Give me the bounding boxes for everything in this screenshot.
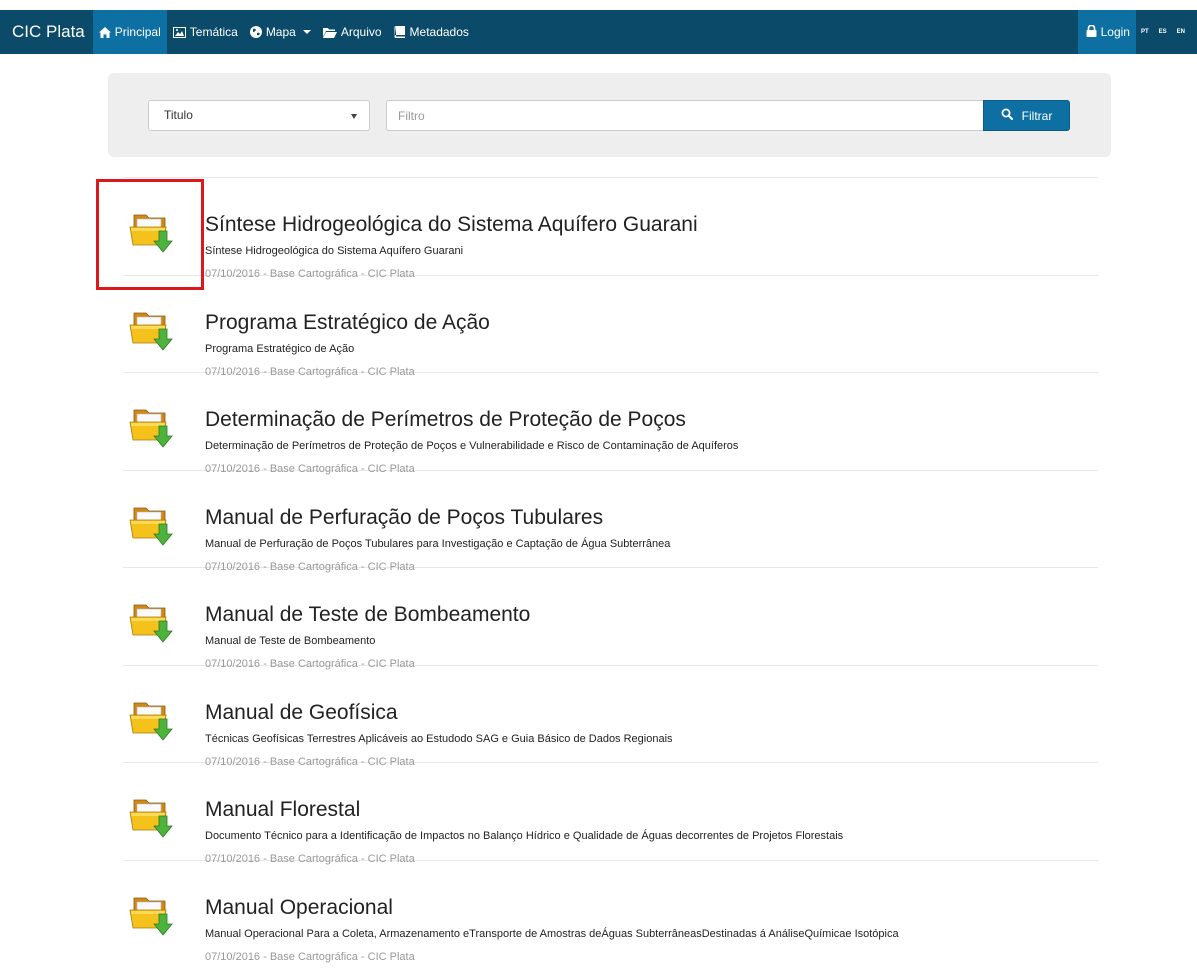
filter-input[interactable] (386, 100, 984, 131)
nav-principal-label: Principal (114, 25, 161, 39)
document-list: Síntese Hidrogeológica do Sistema Aquífe… (123, 177, 1098, 963)
document-title-link[interactable]: Manual Florestal (205, 798, 360, 822)
picture-icon (172, 26, 186, 38)
document-title-link[interactable]: Manual de Geofísica (205, 701, 398, 725)
document-description: Síntese Hidrogeológica do Sistema Aquífe… (205, 245, 464, 257)
document-title-link[interactable]: Manual Operacional (205, 896, 393, 920)
book-icon (394, 26, 406, 38)
document-description: Programa Estratégico de Ação (205, 342, 355, 355)
list-item: Programa Estratégico de Ação Programa Es… (123, 276, 1098, 378)
document-description: Determinação de Perímetros de Proteção d… (205, 440, 739, 452)
document-description: Documento Técnico para a Identificação d… (205, 830, 844, 842)
document-title-link[interactable]: Síntese Hidrogeológica do Sistema Aquífe… (205, 213, 698, 237)
nav-arquivo[interactable]: Arquivo (317, 10, 388, 54)
folder-download-icon[interactable] (128, 697, 176, 748)
document-meta: 07/10/2016 - Base Cartográfica - CIC Pla… (205, 950, 415, 963)
nav-mapa-label: Mapa (265, 25, 296, 39)
nav-arquivo-label: Arquivo (340, 25, 382, 39)
document-title-link[interactable]: Determinação de Perímetros de Proteção d… (205, 408, 686, 432)
document-title-link[interactable]: Manual de Teste de Bombeamento (205, 603, 530, 627)
document-description: Técnicas Geofísicas Terrestres Aplicávei… (205, 732, 673, 745)
login-label: Login (1100, 25, 1130, 39)
lang-en[interactable]: EN (1172, 29, 1197, 35)
document-title-link[interactable]: Manual de Perfuração de Poços Tubulares (205, 506, 603, 530)
search-field-select[interactable]: Titulo (148, 100, 370, 131)
document-description: Manual de Teste de Bombeamento (205, 635, 376, 647)
login-button[interactable]: Login (1077, 10, 1136, 54)
document-description: Manual de Perfuração de Poços Tubulares … (205, 537, 671, 550)
nav-principal[interactable]: Principal (92, 10, 167, 54)
select-value: Titulo (164, 108, 193, 122)
top-navbar: CIC Plata Principal Temática Mapa Arquiv… (0, 10, 1197, 54)
nav-mapa[interactable]: Mapa (244, 10, 317, 54)
folder-download-icon[interactable] (128, 404, 176, 455)
folder-open-icon (322, 27, 337, 38)
list-item: Determinação de Perímetros de Proteção d… (123, 373, 1098, 475)
select-caret-icon (351, 114, 357, 119)
home-icon (98, 26, 111, 38)
document-description: Manual Operacional Para a Coleta, Armaze… (205, 927, 899, 940)
folder-download-icon[interactable] (128, 892, 176, 943)
brand-link[interactable]: CIC Plata (0, 10, 93, 54)
folder-download-icon[interactable] (128, 307, 176, 358)
nav-metadados[interactable]: Metadados (388, 10, 475, 54)
list-item: Manual Florestal Documento Técnico para … (123, 763, 1098, 865)
list-item: Manual de Geofísica Técnicas Geofísicas … (123, 666, 1098, 768)
lang-pt[interactable]: PT (1136, 29, 1154, 35)
filter-button[interactable]: Filtrar (983, 100, 1070, 131)
nav-metadados-label: Metadados (409, 25, 469, 39)
globe-icon (249, 26, 262, 38)
list-item: Síntese Hidrogeológica do Sistema Aquífe… (123, 178, 1098, 280)
navbar-right: Login PT ES EN (1077, 10, 1197, 54)
nav-tematica[interactable]: Temática (167, 10, 244, 54)
filter-button-label: Filtrar (1021, 108, 1053, 123)
search-panel: Titulo Filtrar (108, 73, 1111, 157)
nav-tematica-label: Temática (189, 25, 238, 39)
lang-es[interactable]: ES (1154, 29, 1172, 35)
folder-download-icon[interactable] (128, 599, 176, 650)
highlight-box (96, 179, 204, 290)
chevron-down-icon (302, 30, 311, 34)
folder-download-icon[interactable] (128, 502, 176, 553)
lock-icon (1086, 24, 1097, 40)
list-item: Manual de Perfuração de Poços Tubulares … (123, 471, 1098, 573)
document-title-link[interactable]: Programa Estratégico de Ação (205, 311, 490, 335)
list-item: Manual Operacional Manual Operacional Pa… (123, 861, 1098, 963)
folder-download-icon[interactable] (128, 794, 176, 845)
list-item: Manual de Teste de Bombeamento Manual de… (123, 568, 1098, 670)
search-icon (1001, 108, 1013, 123)
